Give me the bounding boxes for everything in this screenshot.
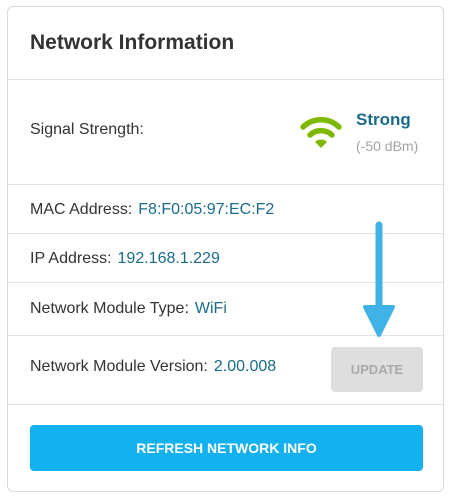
- mac-address-row: MAC Address: F8:F0:05:97:EC:F2: [30, 201, 274, 219]
- panel-title: Network Information: [30, 31, 235, 54]
- module-version-label: Network Module Version:: [30, 358, 208, 375]
- divider: [8, 79, 443, 80]
- mac-address-value: F8:F0:05:97:EC:F2: [138, 201, 275, 218]
- ip-address-value: 192.168.1.229: [117, 250, 220, 267]
- network-information-panel: Network Information Signal Strength: Str…: [7, 6, 444, 492]
- mac-address-label: MAC Address:: [30, 201, 133, 218]
- update-button[interactable]: UPDATE: [331, 347, 423, 392]
- module-type-value: WiFi: [194, 300, 227, 317]
- module-version-value: 2.00.008: [213, 358, 277, 375]
- signal-strength-value: Strong: [356, 110, 411, 129]
- ip-address-label: IP Address:: [30, 250, 112, 267]
- signal-strength-label: Signal Strength:: [30, 121, 144, 138]
- module-version-row: Network Module Version: 2.00.008: [30, 358, 276, 376]
- wifi-icon: [300, 117, 342, 148]
- divider: [8, 184, 443, 185]
- annotation-arrow-icon: [363, 221, 395, 337]
- signal-dbm-value: (-50 dBm): [356, 138, 419, 154]
- divider: [8, 404, 443, 405]
- refresh-network-info-button[interactable]: REFRESH NETWORK INFO: [30, 425, 423, 471]
- module-type-row: Network Module Type: WiFi: [30, 300, 227, 318]
- ip-address-row: IP Address: 192.168.1.229: [30, 250, 220, 268]
- module-type-label: Network Module Type:: [30, 300, 189, 317]
